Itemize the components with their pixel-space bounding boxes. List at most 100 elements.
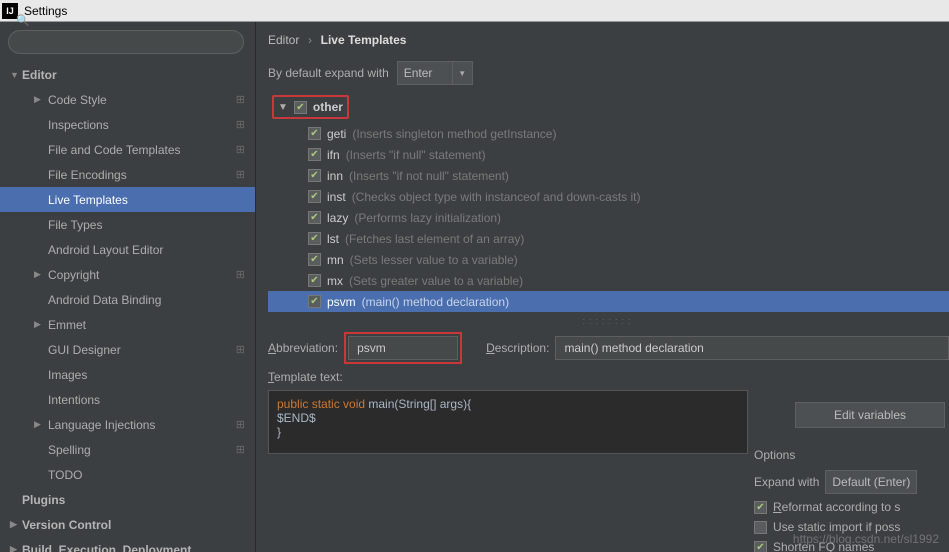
abbreviation-label: Abbreviation: [268, 341, 338, 355]
chevron-right-icon: ▶ [10, 519, 17, 530]
template-item-lst[interactable]: ✔ lst (Fetches last element of an array) [268, 228, 949, 249]
sidebar-item-images[interactable]: Images [0, 362, 255, 387]
breadcrumb: Editor › Live Templates [268, 32, 949, 47]
window-title: Settings [24, 4, 67, 18]
breadcrumb-sep-icon: › [308, 33, 312, 47]
chevron-down-icon: ▼ [10, 70, 19, 80]
template-abbr: lst [327, 232, 339, 246]
template-abbr: inn [327, 169, 343, 183]
chevron-right-icon: ▶ [34, 269, 41, 280]
template-text-editor[interactable]: public static void main(String[] args){ … [268, 390, 748, 454]
template-abbr: psvm [327, 295, 356, 309]
chevron-right-icon: ▶ [34, 94, 41, 105]
chevron-right-icon: ▶ [34, 419, 41, 430]
option-expand-select[interactable]: Default (Enter) [825, 470, 917, 494]
chevron-down-icon: ▼ [278, 102, 288, 113]
chevron-right-icon: ▶ [34, 319, 41, 330]
template-item-lazy[interactable]: ✔ lazy (Performs lazy initialization) [268, 207, 949, 228]
abbreviation-input[interactable] [348, 336, 458, 360]
template-item-inst[interactable]: ✔ inst (Checks object type with instanceof… [268, 186, 949, 207]
template-abbr: geti [327, 127, 346, 141]
project-scope-icon: ⊞ [236, 343, 245, 356]
expand-with-label: By default expand with [268, 66, 389, 80]
template-checkbox[interactable]: ✔ [308, 253, 321, 266]
tree-header-editor[interactable]: ▼ Editor [0, 62, 255, 87]
sidebar-item-spelling[interactable]: Spelling⊞ [0, 437, 255, 462]
sidebar-item-copyright[interactable]: ▶Copyright⊞ [0, 262, 255, 287]
sidebar-item-emmet[interactable]: ▶Emmet [0, 312, 255, 337]
template-desc: (Sets greater value to a variable) [349, 274, 523, 288]
template-text-label: Template text: [268, 370, 343, 384]
template-item-mn[interactable]: ✔mn(Sets lesser value to a variable) [268, 249, 949, 270]
shorten-checkbox[interactable]: ✔ [754, 541, 767, 552]
template-desc: (main() method declaration) [362, 295, 509, 309]
settings-sidebar: 🔍 ▼ Editor ▶Code Style⊞Inspections⊞File … [0, 22, 256, 552]
resize-grip[interactable]: :::::::: [268, 316, 949, 326]
template-checkbox[interactable]: ✔ [308, 232, 321, 245]
project-scope-icon: ⊞ [236, 268, 245, 281]
template-desc: (Inserts "if null" statement) [346, 148, 486, 162]
tree-root-build-execution-deployment[interactable]: ▶Build, Execution, Deployment [0, 537, 255, 552]
template-checkbox[interactable]: ✔ [308, 274, 321, 287]
window-titlebar: IJ Settings [0, 0, 949, 22]
sidebar-item-live-templates[interactable]: Live Templates [0, 187, 255, 212]
sidebar-item-language-injections[interactable]: ▶Language Injections⊞ [0, 412, 255, 437]
tree-root-plugins[interactable]: Plugins [0, 487, 255, 512]
project-scope-icon: ⊞ [236, 93, 245, 106]
settings-content: Editor › Live Templates By default expan… [256, 22, 949, 552]
description-label: Description: [486, 341, 549, 355]
template-abbr: lazy [327, 211, 348, 225]
sidebar-item-code-style[interactable]: ▶Code Style⊞ [0, 87, 255, 112]
search-icon: 🔍 [16, 14, 30, 27]
project-scope-icon: ⊞ [236, 118, 245, 131]
template-desc: (Inserts "if not null" statement) [349, 169, 509, 183]
sidebar-item-file-and-code-templates[interactable]: File and Code Templates⊞ [0, 137, 255, 162]
static-import-checkbox[interactable]: ✔ [754, 521, 767, 534]
sidebar-item-file-types[interactable]: File Types [0, 212, 255, 237]
sidebar-item-todo[interactable]: TODO [0, 462, 255, 487]
template-item-inn[interactable]: ✔ inn (Inserts "if not null" statement) [268, 165, 949, 186]
template-desc: (Fetches last element of an array) [345, 232, 524, 246]
template-desc: (Performs lazy initialization) [354, 211, 501, 225]
template-group-other[interactable]: ▼ ✔ other [272, 95, 349, 119]
template-abbr: mx [327, 274, 343, 288]
template-checkbox[interactable]: ✔ [308, 148, 321, 161]
expand-with-option-label: Expand with [754, 475, 819, 489]
template-item-psvm[interactable]: ✔ psvm (main() method declaration) [268, 291, 949, 312]
watermark: https://blog.csdn.net/sl1992 [793, 532, 939, 546]
reformat-checkbox[interactable]: ✔ [754, 501, 767, 514]
template-desc: (Checks object type with instanceof and … [352, 190, 641, 204]
template-item-mx[interactable]: ✔ mx (Sets greater value to a variable) [268, 270, 949, 291]
project-scope-icon: ⊞ [236, 143, 245, 156]
sidebar-item-file-encodings[interactable]: File Encodings⊞ [0, 162, 255, 187]
expand-with-dropdown-button[interactable]: ▼ [453, 61, 473, 85]
sidebar-item-gui-designer[interactable]: GUI Designer⊞ [0, 337, 255, 362]
template-checkbox[interactable]: ✔ [308, 190, 321, 203]
template-item-geti[interactable]: ✔ geti (Inserts singleton method getInstan… [268, 123, 949, 144]
template-checkbox[interactable]: ✔ [308, 169, 321, 182]
project-scope-icon: ⊞ [236, 168, 245, 181]
edit-variables-button[interactable]: Edit variables [795, 402, 945, 428]
group-checkbox[interactable]: ✔ [294, 101, 307, 114]
expand-with-select[interactable]: Enter [397, 61, 453, 85]
template-item-ifn[interactable]: ✔ ifn (Inserts "if null" statement) [268, 144, 949, 165]
chevron-right-icon: ▶ [10, 544, 17, 552]
description-input[interactable] [555, 336, 949, 360]
project-scope-icon: ⊞ [236, 443, 245, 456]
template-desc: (Inserts singleton method getInstance) [352, 127, 556, 141]
template-checkbox[interactable]: ✔ [308, 295, 321, 308]
template-abbr: inst [327, 190, 346, 204]
sidebar-item-android-data-binding[interactable]: Android Data Binding [0, 287, 255, 312]
project-scope-icon: ⊞ [236, 418, 245, 431]
options-title: Options [754, 448, 949, 462]
template-abbr: ifn [327, 148, 340, 162]
sidebar-item-android-layout-editor[interactable]: Android Layout Editor [0, 237, 255, 262]
search-input[interactable] [8, 30, 244, 54]
template-checkbox[interactable]: ✔ [308, 211, 321, 224]
template-abbr: mn [327, 253, 344, 267]
tree-root-version-control[interactable]: ▶Version Control [0, 512, 255, 537]
sidebar-item-inspections[interactable]: Inspections⊞ [0, 112, 255, 137]
reformat-label: Reformat according to s [773, 500, 900, 514]
template-checkbox[interactable]: ✔ [308, 127, 321, 140]
sidebar-item-intentions[interactable]: Intentions [0, 387, 255, 412]
